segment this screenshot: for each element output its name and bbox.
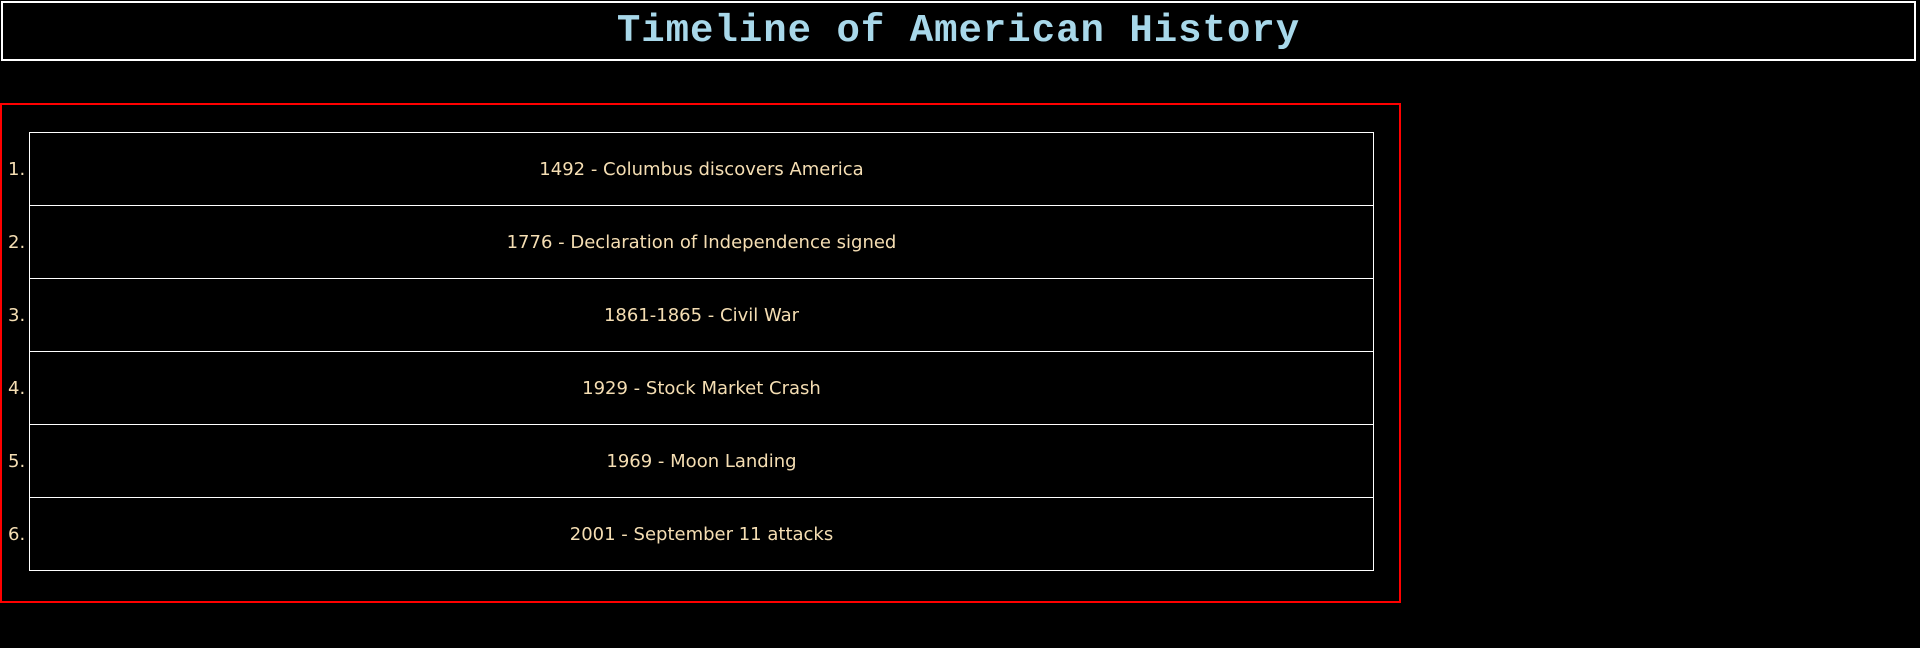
timeline-item: 2. 1776 - Declaration of Independence si… [8, 205, 1374, 279]
timeline-item-text: 1929 - Stock Market Crash [582, 377, 821, 399]
timeline-item-number: 5. [8, 450, 26, 472]
timeline-item: 6. 2001 - September 11 attacks [8, 497, 1374, 571]
timeline-item-text: 1969 - Moon Landing [606, 450, 797, 472]
timeline-item: 3. 1861-1865 - Civil War [8, 278, 1374, 352]
timeline-item-text: 2001 - September 11 attacks [569, 523, 834, 545]
timeline-item-text: 1492 - Columbus discovers America [539, 158, 864, 180]
page-header: Timeline of American History [1, 1, 1916, 61]
timeline-item-number: 6. [8, 523, 26, 545]
timeline-item: 5. 1969 - Moon Landing [8, 424, 1374, 498]
timeline-item-text: 1776 - Declaration of Independence signe… [506, 231, 897, 253]
timeline-item-number: 4. [8, 377, 26, 399]
timeline-item-text: 1861-1865 - Civil War [603, 304, 800, 326]
timeline-item-number: 2. [8, 231, 26, 253]
page-title: Timeline of American History [616, 9, 1301, 53]
timeline-container: 1. 1492 - Columbus discovers America 2. … [0, 103, 1401, 603]
timeline-item: 4. 1929 - Stock Market Crash [8, 351, 1374, 425]
timeline-item-number: 3. [8, 304, 26, 326]
timeline-item: 1. 1492 - Columbus discovers America [8, 132, 1374, 206]
timeline-item-number: 1. [8, 158, 26, 180]
timeline-list: 1. 1492 - Columbus discovers America 2. … [8, 132, 1374, 571]
